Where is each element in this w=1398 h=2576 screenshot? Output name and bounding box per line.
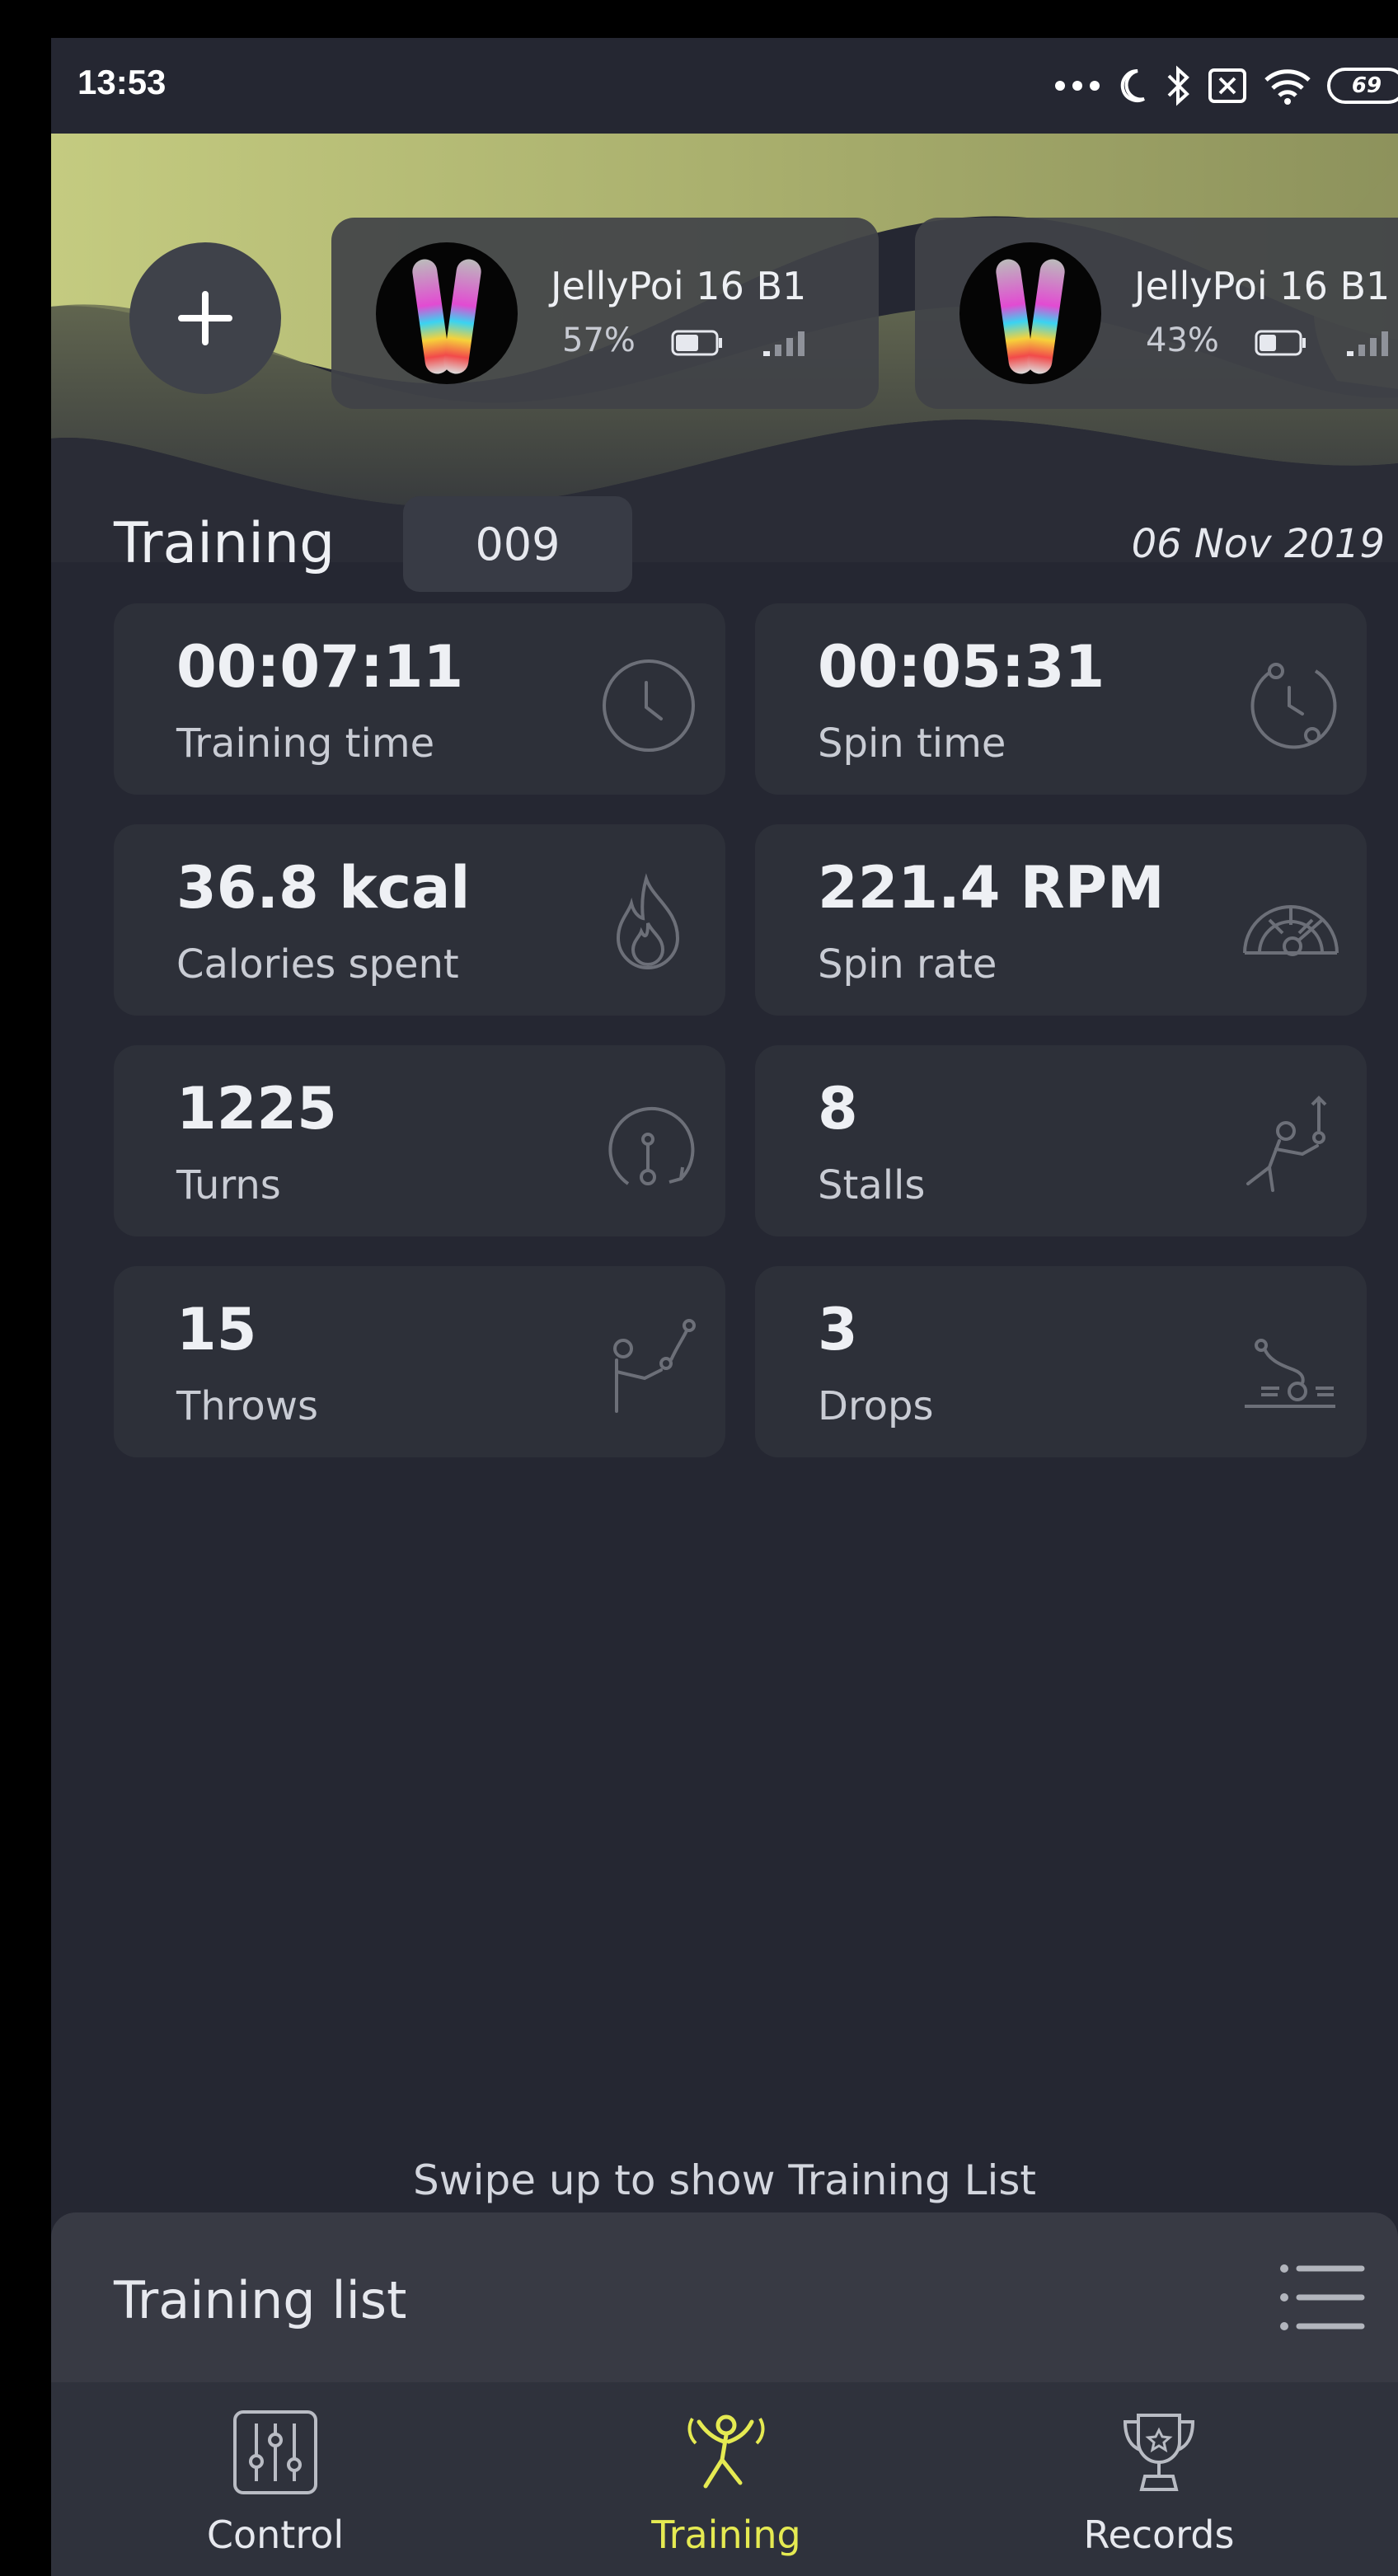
stat-label: Spin time: [818, 720, 1006, 767]
stat-value: 00:05:31: [818, 633, 1105, 701]
dancer-icon: [687, 2414, 765, 2489]
stat-card-spin-rate: 221.4 RPM Spin rate: [755, 824, 1367, 1016]
device-card[interactable]: JellyPoi 16 B1 43%: [915, 218, 1398, 409]
poi-image: [996, 259, 1065, 374]
swipe-hint: Swipe up to show Training List: [412, 2156, 1037, 2204]
list-icon[interactable]: [1276, 2260, 1367, 2334]
nav-records[interactable]: Records: [994, 2382, 1324, 2576]
stat-card-calories: 36.8 kcal Calories spent: [114, 824, 725, 1016]
device-battery-percent: 57%: [562, 321, 636, 359]
stat-card-drops: 3 Drops: [755, 1266, 1367, 1457]
training-date: 06 Nov 2019: [1131, 521, 1385, 567]
stat-label: Stalls: [818, 1162, 926, 1208]
device-avatar: [959, 242, 1101, 384]
device-signal-icon: [763, 331, 805, 356]
device-card[interactable]: JellyPoi 16 B1 57%: [331, 218, 879, 409]
throw-icon: [595, 1312, 702, 1419]
stat-card-turns: 1225 Turns: [114, 1045, 725, 1236]
speedometer-icon: [1236, 870, 1344, 978]
training-number-badge: 009: [403, 496, 632, 592]
flame-icon: [595, 870, 702, 978]
stat-value: 3: [818, 1296, 858, 1363]
battery-percent: 69: [1351, 73, 1382, 98]
stat-card-stalls: 8 Stalls: [755, 1045, 1367, 1236]
battery-icon: 69: [1327, 68, 1398, 104]
nav-control[interactable]: Control: [110, 2382, 440, 2576]
bottom-nav: Control Training Records: [51, 2382, 1398, 2576]
stat-card-spin-time: 00:05:31 Spin time: [755, 603, 1367, 795]
bluetooth-icon: [1167, 65, 1189, 106]
device-name: JellyPoi 16 B1: [551, 264, 807, 308]
nav-label: Training: [651, 2513, 801, 2557]
nav-training[interactable]: Training: [561, 2382, 891, 2576]
add-device-button[interactable]: [129, 242, 281, 394]
device-name: JellyPoi 16 B1: [1134, 264, 1391, 308]
status-time: 13:53: [77, 63, 167, 101]
poi-image: [412, 259, 481, 374]
nav-label: Control: [206, 2513, 345, 2557]
stat-value: 221.4 RPM: [818, 854, 1165, 922]
nav-label: Records: [1083, 2513, 1235, 2557]
spin-time-icon: [1236, 650, 1344, 757]
stat-label: Turns: [176, 1162, 281, 1208]
training-list-sheet[interactable]: Training list: [51, 2212, 1398, 2382]
stat-label: Throws: [176, 1383, 319, 1429]
stat-value: 00:07:11: [176, 633, 464, 701]
stat-card-training-time: 00:07:11 Training time: [114, 603, 725, 795]
device-battery-icon: [1255, 330, 1306, 356]
plus-icon: [178, 291, 232, 345]
app-screen: 13:53 69 JellyPoi 16 B1 57% JellyPoi 16 …: [51, 38, 1398, 2576]
stat-label: Calories spent: [176, 941, 459, 988]
stat-label: Training time: [176, 720, 435, 767]
stat-value: 8: [818, 1075, 858, 1143]
stat-label: Spin rate: [818, 941, 997, 988]
training-title: Training: [114, 511, 335, 576]
clock-icon: [595, 650, 702, 757]
device-avatar: [376, 242, 518, 384]
status-bar: 13:53 69: [51, 38, 1398, 134]
wifi-icon: [1264, 69, 1311, 105]
stat-value: 15: [176, 1296, 257, 1363]
trophy-icon: [1123, 2414, 1195, 2491]
status-icons: 69: [1053, 61, 1398, 110]
device-signal-icon: [1347, 331, 1388, 356]
drop-icon: [1236, 1312, 1344, 1419]
moon-icon: [1120, 68, 1145, 102]
turns-icon: [595, 1091, 702, 1199]
stat-value: 36.8 kcal: [176, 854, 471, 922]
stat-label: Drops: [818, 1383, 934, 1429]
device-battery-percent: 43%: [1146, 321, 1219, 359]
more-icon: [1055, 81, 1100, 91]
training-list-title: Training list: [114, 2270, 407, 2330]
stall-icon: [1236, 1091, 1344, 1199]
sim-off-icon: [1208, 68, 1246, 103]
device-battery-icon: [671, 330, 722, 356]
stat-card-throws: 15 Throws: [114, 1266, 725, 1457]
sliders-icon: [233, 2410, 317, 2494]
stat-value: 1225: [176, 1075, 337, 1143]
